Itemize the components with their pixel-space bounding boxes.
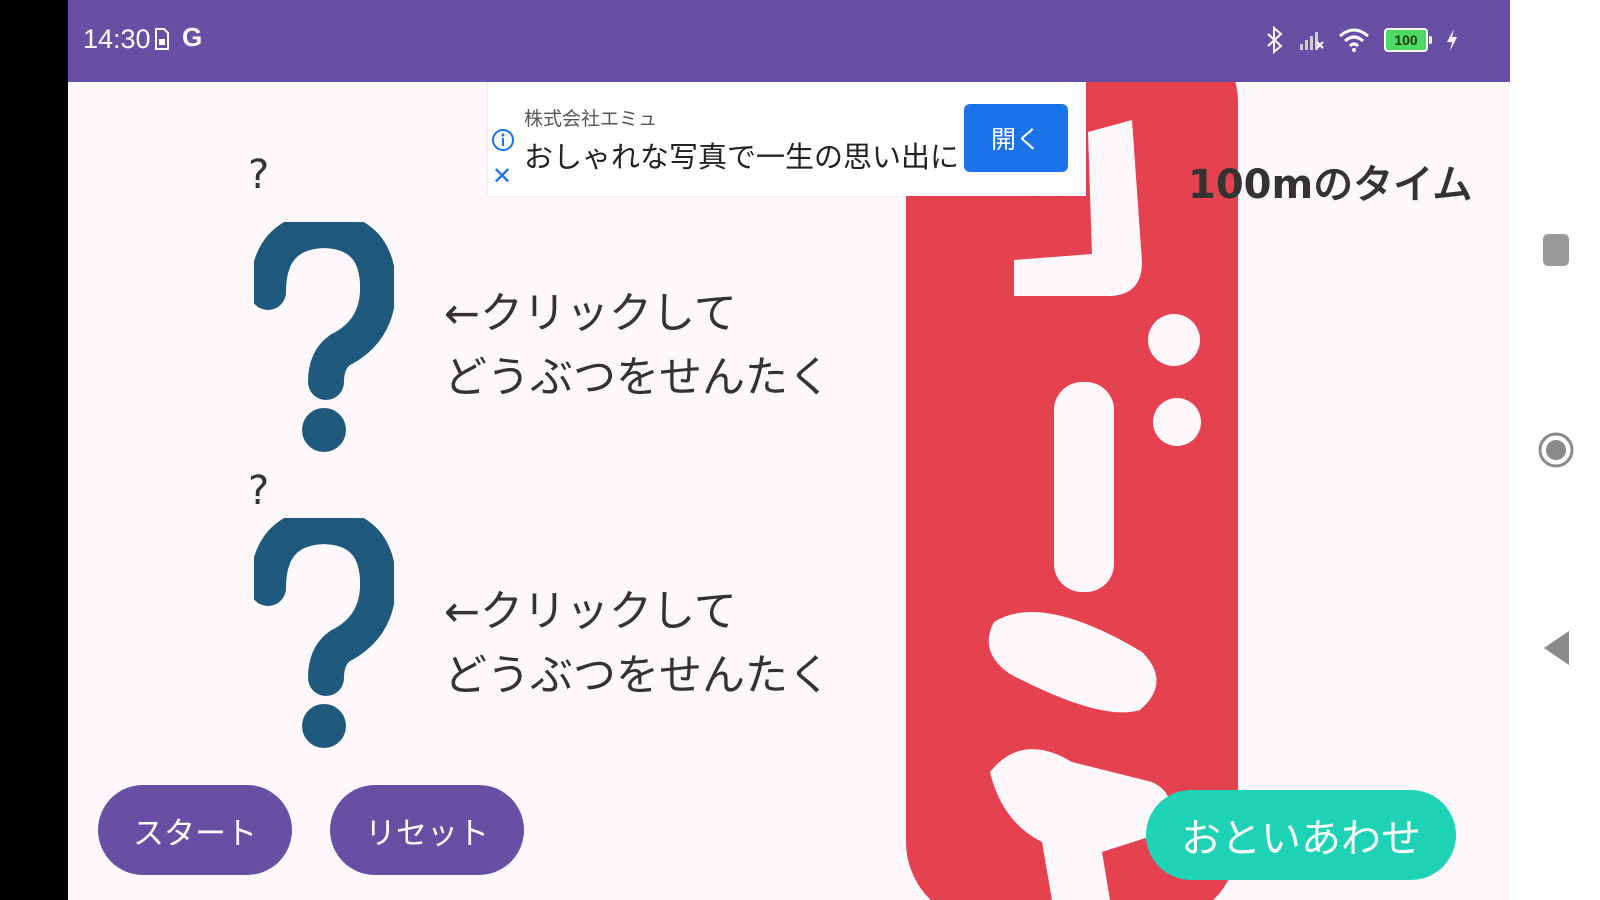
square-icon[interactable] [1538, 232, 1574, 268]
wifi-icon [1339, 28, 1369, 52]
instruction-2: ←クリックして どうぶつをせんたく [444, 580, 831, 708]
status-time: 14:30 [83, 24, 151, 54]
animal-label-2: ? [248, 468, 270, 514]
signal-icon [1300, 32, 1324, 50]
reset-button[interactable]: リセット [330, 785, 524, 875]
battery-level: 100 [1384, 28, 1428, 52]
status-bar: 14:30 G 100 [68, 0, 1510, 82]
bluetooth-icon [1267, 26, 1283, 54]
start-button[interactable]: スタート [98, 785, 292, 875]
ad-headline[interactable]: おしゃれな写真で一生の思い出に [524, 134, 959, 176]
navigation-bar [1510, 0, 1600, 900]
app-screen: 14:30 G 100 ✕ 株式会社エミュ おしゃれな写真で一生の思い出に 開く… [68, 0, 1510, 900]
ad-open-button[interactable]: 開く [964, 104, 1068, 172]
charging-icon [1447, 29, 1457, 51]
sim-card-icon [155, 28, 169, 50]
back-triangle-icon[interactable] [1538, 630, 1574, 666]
status-icons: 100 [1266, 22, 1458, 58]
battery-icon: 100 [1384, 28, 1432, 52]
close-icon[interactable]: ✕ [492, 164, 512, 188]
instruction-1-line2: どうぶつをせんたく [444, 353, 831, 403]
home-circle-icon[interactable] [1538, 432, 1574, 468]
instruction-2-line1: ←クリックして [444, 587, 737, 637]
ad-advertiser: 株式会社エミュ [524, 108, 658, 130]
info-icon[interactable] [491, 128, 515, 152]
instruction-1-line1: ←クリックして [444, 289, 737, 339]
contact-button[interactable]: おといあわせ [1146, 790, 1456, 880]
instruction-2-line2: どうぶつをせんたく [444, 651, 831, 701]
page-title: 100mのタイム [1188, 162, 1473, 208]
question-mark-icon[interactable] [254, 518, 394, 758]
question-mark-icon[interactable] [254, 222, 394, 462]
network-g-indicator: G [182, 22, 203, 52]
instruction-1: ←クリックして どうぶつをせんたく [444, 282, 831, 410]
animal-label-1: ? [248, 152, 270, 198]
ad-banner[interactable]: ✕ 株式会社エミュ おしゃれな写真で一生の思い出に 開く [488, 82, 1086, 196]
